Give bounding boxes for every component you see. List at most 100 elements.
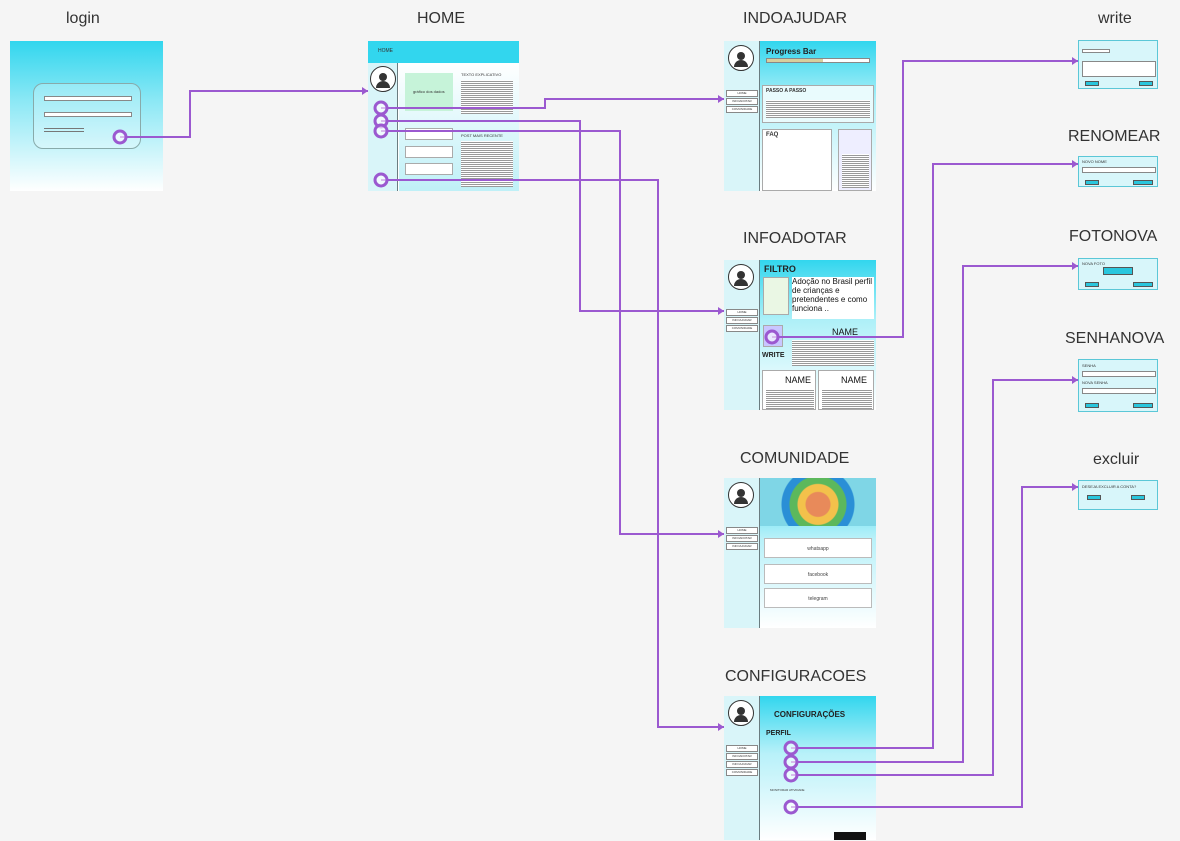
login-password-field[interactable] <box>44 112 132 117</box>
infoadotar-side-item-2[interactable]: INFOAJUDAR <box>726 317 758 324</box>
frame-title-login: login <box>66 10 100 27</box>
configuracoes-profile-label: PERFIL <box>766 730 791 737</box>
home-post-lines <box>461 141 513 187</box>
senhanova-label-1: SENHA <box>1082 363 1096 368</box>
infoadotar-card-2-name: NAME <box>785 375 812 385</box>
infoadotar-side-item-1[interactable]: HOME <box>726 309 758 316</box>
indoajudar-faq-title: FAQ <box>766 132 779 138</box>
comunidade-frame[interactable]: HOME INFOADOTAR INFOAJUDAR whatsapp face… <box>724 478 876 628</box>
home-header-label: HOME <box>378 48 393 54</box>
indoajudar-steps-lines <box>766 100 870 118</box>
home-link-box-1 <box>405 128 453 140</box>
link-home-configuracoes-line <box>381 179 724 728</box>
login-forgot-lines <box>44 126 84 132</box>
write-confirm-button[interactable] <box>1139 81 1153 86</box>
renomear-frame[interactable]: NOVO NOME <box>1078 156 1158 187</box>
fotonova-frame[interactable]: NOVA FOTO <box>1078 258 1158 290</box>
home-link-box-3 <box>405 163 453 175</box>
renomear-confirm-button[interactable] <box>1133 180 1153 185</box>
home-text-title: TEXTO EXPLICATIVO <box>461 72 502 77</box>
comunidade-link-facebook[interactable]: facebook <box>764 564 872 584</box>
comunidade-side-item-3[interactable]: INFOAJUDAR <box>726 543 758 550</box>
configuracoes-monitor-label: MONITORAR ATIVIDADE <box>770 788 805 792</box>
frame-title-comunidade: COMUNIDADE <box>740 450 850 467</box>
login-frame[interactable] <box>10 41 163 191</box>
home-graph-box: gráfico dos dados <box>405 73 453 111</box>
senhanova-field-2[interactable] <box>1082 388 1156 394</box>
login-card <box>33 83 141 149</box>
indoajudar-side-item-2[interactable]: INFOADOTAR <box>726 98 758 105</box>
comunidade-link-telegram[interactable]: telegram <box>764 588 872 608</box>
senhanova-confirm-button[interactable] <box>1133 403 1153 408</box>
indoajudar-steps-title: PASSO A PASSO <box>766 88 807 94</box>
home-link-box-2 <box>405 146 453 158</box>
fotonova-confirm-button[interactable] <box>1133 282 1153 287</box>
home-sidebar <box>368 63 398 191</box>
comunidade-link-whatsapp[interactable]: whatsapp <box>764 538 872 558</box>
infoadotar-headline: Adoção no Brasil perfil de crianças e pr… <box>792 277 874 319</box>
configuracoes-frame[interactable]: HOME INFOADOTAR INFOAJUDAR COMUNIDADE CO… <box>724 696 876 840</box>
indoajudar-progress-bar <box>766 58 870 63</box>
frame-title-excluir: excluir <box>1093 451 1140 468</box>
write-field-1[interactable] <box>1082 49 1110 53</box>
home-post-title: POST MAIS RECENTE <box>461 133 503 138</box>
frame-title-home: HOME <box>417 10 465 27</box>
configuracoes-sidebar: HOME INFOADOTAR INFOAJUDAR COMUNIDADE <box>724 696 760 840</box>
renomear-cancel-button[interactable] <box>1085 180 1099 185</box>
frame-title-configuracoes: CONFIGURACOES <box>725 668 867 685</box>
senhanova-frame[interactable]: SENHA NOVA SENHA <box>1078 359 1158 412</box>
indoajudar-main: Progress Bar PASSO A PASSO FAQ <box>760 41 876 191</box>
frame-title-fotonova: FOTONOVA <box>1069 228 1158 245</box>
excluir-yes-button[interactable] <box>1131 495 1145 500</box>
home-header: HOME <box>368 41 519 63</box>
home-text-lines <box>461 80 513 114</box>
home-graph-label: gráfico dos dados <box>413 89 445 94</box>
infoadotar-card-2: NAME <box>762 370 816 410</box>
home-frame[interactable]: HOME gráfico dos dados TEXTO EXPLICATIVO… <box>368 41 519 191</box>
configuracoes-exit-button[interactable] <box>834 832 866 840</box>
comunidade-hands-image <box>760 478 876 526</box>
frame-title-renomear: RENOMEAR <box>1068 128 1161 145</box>
frame-title-senhanova: SENHANOVA <box>1065 330 1165 347</box>
renomear-field[interactable] <box>1082 167 1156 173</box>
infoadotar-card-1-lines <box>792 340 874 366</box>
write-frame[interactable] <box>1078 40 1158 89</box>
infoadotar-sidebar: HOME INFOAJUDAR COMUNIDADE <box>724 260 760 410</box>
indoajudar-sidebar: HOME INFOADOTAR COMUNIDADE <box>724 41 760 191</box>
home-content: gráfico dos dados TEXTO EXPLICATIVO POST… <box>399 63 519 191</box>
configuracoes-side-item-2[interactable]: INFOADOTAR <box>726 753 758 760</box>
infoadotar-frame[interactable]: HOME INFOAJUDAR COMUNIDADE FILTRO Adoção… <box>724 260 876 410</box>
comunidade-side-item-2[interactable]: INFOADOTAR <box>726 535 758 542</box>
infoadotar-card-1-name: NAME <box>832 327 859 337</box>
excluir-no-button[interactable] <box>1087 495 1101 500</box>
senhanova-field-1[interactable] <box>1082 371 1156 377</box>
excluir-frame[interactable]: DESEJA EXCLUIR A CONTA? <box>1078 480 1158 510</box>
login-username-field[interactable] <box>44 96 132 101</box>
configuracoes-side-item-4[interactable]: COMUNIDADE <box>726 769 758 776</box>
indoajudar-side-item-3[interactable]: COMUNIDADE <box>726 106 758 113</box>
senhanova-cancel-button[interactable] <box>1085 403 1099 408</box>
indoajudar-faq-panel: FAQ <box>762 129 832 191</box>
indoajudar-side-card <box>838 129 872 191</box>
write-textarea[interactable] <box>1082 61 1156 77</box>
fotonova-label: NOVA FOTO <box>1082 261 1105 266</box>
configuracoes-side-item-3[interactable]: INFOAJUDAR <box>726 761 758 768</box>
fotonova-upload-button[interactable] <box>1103 267 1133 275</box>
home-avatar <box>370 66 396 92</box>
infoadotar-card-3-name: NAME <box>841 375 868 385</box>
configuracoes-side-item-1[interactable]: HOME <box>726 745 758 752</box>
infoadotar-write-box[interactable] <box>763 325 783 347</box>
indoajudar-progress-title: Progress Bar <box>766 47 817 56</box>
frame-title-write: write <box>1098 10 1132 27</box>
infoadotar-card-3-lines <box>822 389 872 409</box>
fotonova-cancel-button[interactable] <box>1085 282 1099 287</box>
infoadotar-write-label: WRITE <box>762 352 785 359</box>
indoajudar-frame[interactable]: HOME INFOADOTAR COMUNIDADE Progress Bar … <box>724 41 876 191</box>
indoajudar-side-item-1[interactable]: HOME <box>726 90 758 97</box>
infoadotar-side-item-3[interactable]: COMUNIDADE <box>726 325 758 332</box>
write-cancel-button[interactable] <box>1085 81 1099 86</box>
configuracoes-title: CONFIGURAÇÕES <box>774 710 846 719</box>
link-canvas <box>112 57 1078 815</box>
configuracoes-main: CONFIGURAÇÕES PERFIL MONITORAR ATIVIDADE <box>760 696 876 840</box>
comunidade-side-item-1[interactable]: HOME <box>726 527 758 534</box>
